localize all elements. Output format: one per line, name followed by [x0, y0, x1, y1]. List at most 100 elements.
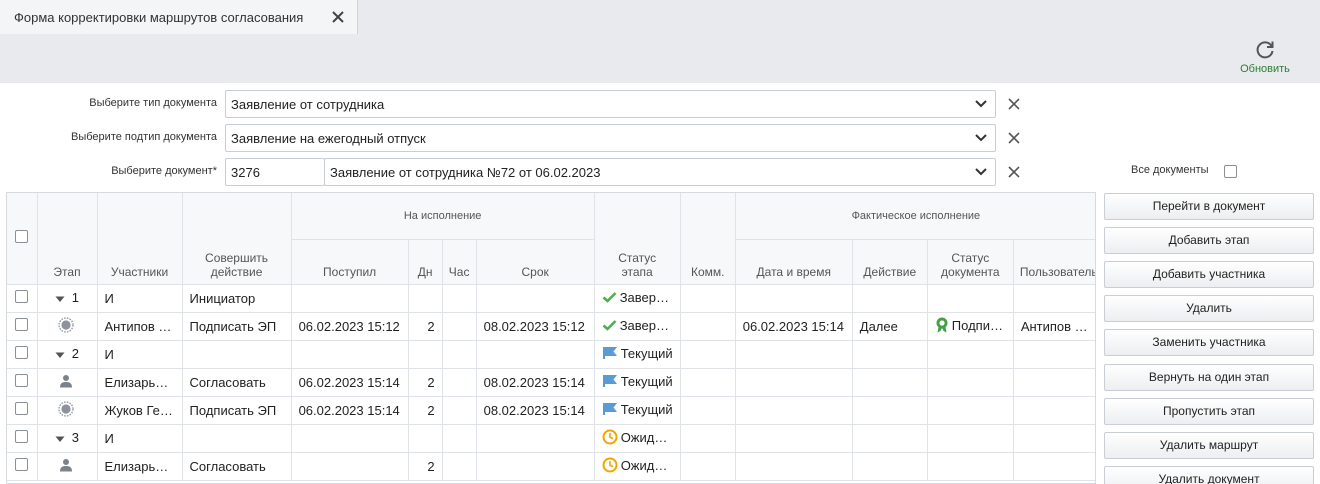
- goto-document-button[interactable]: Перейти в документ: [1104, 193, 1314, 220]
- received-cell: [291, 424, 409, 453]
- hours-cell: [442, 396, 477, 425]
- participant-row[interactable]: Жуков Геннадий Подписать ЭП 06.02.2023 15:…: [7, 396, 1095, 425]
- stage-row[interactable]: 3 И Ожидает: [7, 424, 1095, 453]
- row-select-cell[interactable]: [7, 284, 38, 313]
- clear-doc-subtype-icon[interactable]: [1007, 131, 1021, 145]
- row-checkbox[interactable]: [15, 290, 29, 303]
- flag-icon: [602, 402, 618, 418]
- row-select-cell[interactable]: [7, 312, 38, 341]
- stage-status-cell: Текущий: [594, 368, 681, 397]
- select-all-checkbox[interactable]: [15, 230, 29, 244]
- delete-route-button[interactable]: Удалить маршрут: [1104, 432, 1314, 459]
- replace-participant-button[interactable]: Заменить участника: [1104, 329, 1314, 356]
- clear-doc-type-icon[interactable]: [1007, 97, 1021, 111]
- actual-datetime-value: 06.02.2023 15:14: [742, 318, 844, 334]
- comment-cell: [680, 368, 736, 397]
- received-cell: [291, 452, 409, 481]
- row-checkbox[interactable]: [15, 346, 29, 359]
- days-cell: [408, 340, 443, 369]
- stage-cell[interactable]: 1: [37, 284, 98, 313]
- header-action[interactable]: Совершить действие: [182, 193, 292, 285]
- stage-cell[interactable]: 2: [37, 340, 98, 369]
- stage-cell[interactable]: 3: [37, 424, 98, 453]
- received-cell: 06.02.2023 15:14: [291, 396, 409, 425]
- header-comment[interactable]: Комм.: [680, 193, 736, 285]
- days-cell: [408, 284, 443, 313]
- back-one-stage-button[interactable]: Вернуть на один этап: [1104, 364, 1314, 391]
- comment-cell: [680, 340, 736, 369]
- doc-select[interactable]: Заявление от сотрудника №72 от 06.02.202…: [324, 158, 996, 186]
- stage-status-value: Текущий: [620, 373, 673, 389]
- doc-number-field[interactable]: 3276: [225, 158, 325, 186]
- stage-status-cell: Завершен: [594, 312, 681, 341]
- actual-datetime-cell: [735, 368, 853, 397]
- days-cell: 2: [408, 368, 443, 397]
- row-checkbox[interactable]: [15, 374, 29, 387]
- collapse-caret-icon[interactable]: [55, 291, 65, 306]
- header-doc-status[interactable]: Статус документа: [927, 239, 1014, 285]
- row-checkbox[interactable]: [15, 430, 29, 443]
- skip-stage-button[interactable]: Пропустить этап: [1104, 398, 1314, 425]
- row-checkbox[interactable]: [15, 458, 29, 471]
- header-user[interactable]: Пользователь: [1013, 239, 1095, 285]
- user-value: Антипов Андрей: [1020, 318, 1096, 334]
- header-act[interactable]: Действие: [852, 239, 928, 285]
- header-received[interactable]: Поступил: [291, 239, 409, 285]
- collapse-caret-icon[interactable]: [55, 347, 65, 362]
- header-days[interactable]: Дн: [408, 239, 443, 285]
- participant-row[interactable]: Антипов Андрей Подписать ЭП 06.02.2023 15:…: [7, 312, 1096, 341]
- action-cell: Согласовать: [182, 452, 292, 481]
- row-checkbox[interactable]: [15, 402, 29, 415]
- stage-status-cell: Текущий: [594, 340, 681, 369]
- participant-cell: И: [97, 284, 183, 313]
- refresh-button[interactable]: Обновить: [1230, 39, 1300, 81]
- doc-status-cell: [927, 284, 1014, 313]
- add-participant-button[interactable]: Добавить участника: [1104, 261, 1314, 288]
- participant-row[interactable]: Елизарьева Ольга Согласовать 2 Ожидает: [7, 452, 1095, 481]
- clear-doc-icon[interactable]: [1007, 165, 1021, 179]
- hours-cell: [442, 284, 477, 313]
- stage-row[interactable]: 2 И Текущий: [7, 340, 1095, 369]
- days-cell: 2: [408, 452, 443, 481]
- stage-number: 2: [71, 345, 79, 361]
- action-cell: Подписать ЭП: [182, 312, 292, 341]
- stage-status-cell: Завершен: [594, 284, 681, 313]
- row-select-cell[interactable]: [7, 368, 38, 397]
- row-select-cell[interactable]: [7, 396, 38, 425]
- deadline-cell: [476, 452, 595, 481]
- received-cell: [291, 340, 409, 369]
- close-icon[interactable]: [331, 10, 345, 24]
- user-cell: [1013, 424, 1095, 453]
- row-checkbox[interactable]: [15, 318, 29, 331]
- header-stage-status-line2: этапа: [621, 264, 653, 279]
- delete-button[interactable]: Удалить: [1104, 295, 1314, 322]
- row-select-cell[interactable]: [7, 424, 38, 453]
- doc-type-select[interactable]: Заявление от сотрудника: [225, 90, 996, 118]
- tab-route-correction[interactable]: Форма корректировки маршрутов согласован…: [0, 0, 358, 34]
- actual-datetime-cell: [735, 452, 853, 481]
- header-participants[interactable]: Участники: [97, 193, 183, 285]
- participant-row[interactable]: Елизарьева Ольга Согласовать 06.02.2023 15…: [7, 368, 1095, 397]
- delete-document-button[interactable]: Удалить документ: [1104, 466, 1314, 484]
- header-deadline[interactable]: Срок: [476, 239, 595, 285]
- action-value: Согласовать: [189, 374, 266, 390]
- header-stage[interactable]: Этап: [37, 193, 98, 285]
- flag-icon: [602, 374, 618, 390]
- all-docs-checkbox[interactable]: [1224, 165, 1237, 178]
- add-stage-button[interactable]: Добавить этап: [1104, 227, 1314, 254]
- collapse-caret-icon[interactable]: [55, 431, 65, 446]
- toolbar: Обновить: [0, 34, 1320, 83]
- header-datetime[interactable]: Дата и время: [735, 239, 853, 285]
- deadline-cell: 08.02.2023 15:14: [476, 396, 595, 425]
- deadline-cell: [476, 340, 595, 369]
- action-cell: Инициатор: [182, 284, 292, 313]
- chevron-down-icon: [975, 168, 987, 176]
- doc-subtype-select[interactable]: Заявление на ежегодный отпуск: [225, 124, 996, 152]
- header-stage-status[interactable]: Статус этапа: [594, 193, 681, 285]
- user-cell: Антипов Андрей: [1013, 312, 1096, 341]
- participant-name: Елизарьева Ольга: [104, 458, 182, 474]
- row-select-cell[interactable]: [7, 340, 38, 369]
- row-select-cell[interactable]: [7, 452, 38, 481]
- stage-row[interactable]: 1 И Инициатор Завершен: [7, 284, 1095, 313]
- header-hours[interactable]: Час: [442, 239, 477, 285]
